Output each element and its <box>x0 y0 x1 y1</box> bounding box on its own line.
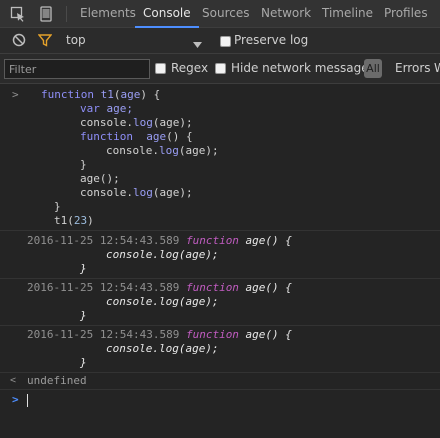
result-arrow-icon: < <box>10 375 17 386</box>
code-line: var age; <box>80 102 133 115</box>
console-input-caret[interactable] <box>27 394 28 407</box>
inspect-element-icon[interactable] <box>10 6 26 22</box>
console-output[interactable]: > function t1(age) { var age; console.lo… <box>0 84 440 438</box>
log-line: 2016-11-25 12:54:43.589 function age() { <box>27 328 292 341</box>
regex-checkbox[interactable] <box>155 63 166 74</box>
toolbar-divider <box>66 6 67 22</box>
log-line: console.log(age); <box>106 248 219 261</box>
context-selector[interactable]: top <box>66 33 86 47</box>
prompt-chevron-icon: > <box>12 393 19 406</box>
console-toolbar: top Preserve log <box>0 28 440 54</box>
hide-network-label: Hide network messages <box>231 61 375 75</box>
log-timestamp: 2016-11-25 12:54:43.589 <box>27 281 180 294</box>
hide-network-checkbox[interactable] <box>215 63 226 74</box>
code-line: function t1(age) { <box>41 88 161 101</box>
message-divider <box>0 278 440 279</box>
clear-console-icon[interactable] <box>12 33 26 47</box>
chevron-down-icon[interactable] <box>193 37 202 51</box>
log-line: console.log(age); <box>106 295 219 308</box>
log-line: 2016-11-25 12:54:43.589 function age() { <box>27 234 292 247</box>
code-line: console.log(age); <box>106 144 219 157</box>
result-value: undefined <box>27 374 87 387</box>
filter-icon[interactable] <box>37 33 53 47</box>
message-divider <box>0 230 440 231</box>
code-line: console.log(age); <box>80 186 193 199</box>
code-line: t1(23) <box>54 214 94 227</box>
log-line: } <box>80 309 87 322</box>
level-warnings-button[interactable]: W <box>434 61 440 75</box>
log-line: console.log(age); <box>106 342 219 355</box>
code-line: console.log(age); <box>80 116 193 129</box>
filter-input[interactable] <box>4 59 150 79</box>
tab-elements[interactable]: Elements <box>80 0 136 27</box>
log-line: 2016-11-25 12:54:43.589 function age() { <box>27 281 292 294</box>
code-line: } <box>54 200 61 213</box>
code-line: function age() { <box>80 130 193 143</box>
regex-label: Regex <box>171 61 209 75</box>
log-line: } <box>80 356 87 369</box>
tab-profiles[interactable]: Profiles <box>384 0 428 27</box>
code-line: age(); <box>80 172 120 185</box>
log-line: } <box>80 262 87 275</box>
code-line: } <box>80 158 87 171</box>
devtools-tabbar: Elements Console Sources Network Timelin… <box>0 0 440 28</box>
tab-sources[interactable]: Sources <box>202 0 249 27</box>
level-all-button[interactable]: All <box>364 59 382 78</box>
preserve-log-label: Preserve log <box>234 33 309 47</box>
message-divider <box>0 389 440 390</box>
preserve-log-checkbox[interactable] <box>220 36 231 47</box>
log-timestamp: 2016-11-25 12:54:43.589 <box>27 234 180 247</box>
input-prompt-marker: > <box>12 88 19 101</box>
message-divider <box>0 325 440 326</box>
log-timestamp: 2016-11-25 12:54:43.589 <box>27 328 180 341</box>
tab-network[interactable]: Network <box>261 0 311 27</box>
device-toolbar-icon[interactable] <box>38 6 54 22</box>
tab-console[interactable]: Console <box>135 0 199 28</box>
level-errors-button[interactable]: Errors <box>395 61 431 75</box>
message-divider <box>0 372 440 373</box>
tab-timeline[interactable]: Timeline <box>322 0 373 27</box>
filter-bar: Regex Hide network messages All Errors W <box>0 54 440 84</box>
